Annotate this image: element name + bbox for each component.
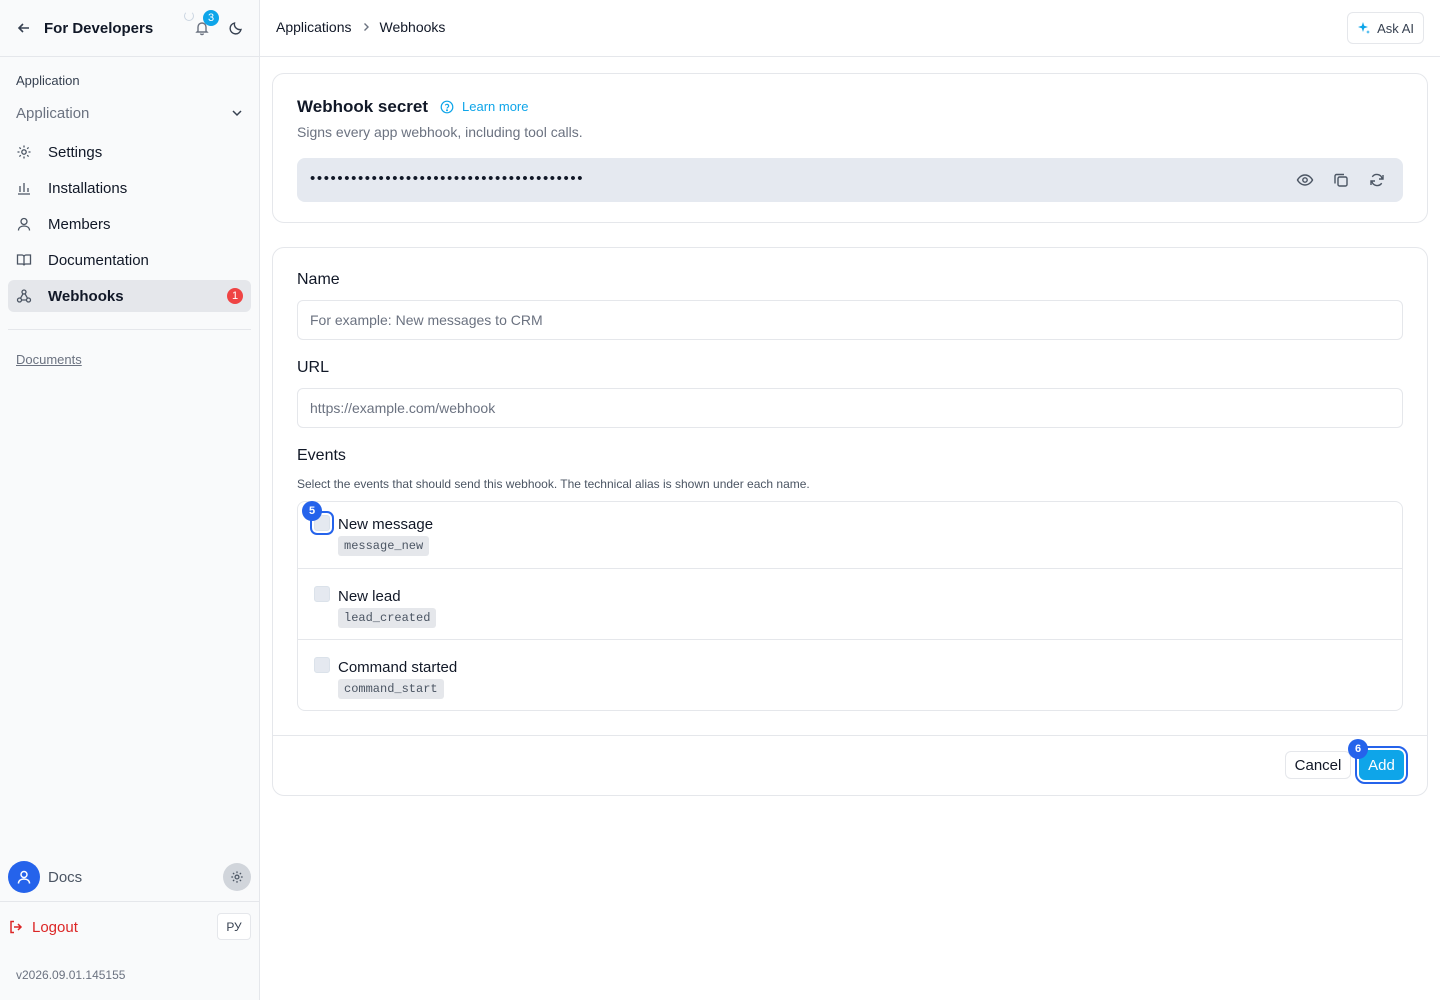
event-checkbox-lead-created[interactable] bbox=[314, 586, 330, 602]
sidebar-item-installations[interactable]: Installations bbox=[8, 172, 251, 204]
sidebar-nav: Settings Installations Members Documenta… bbox=[8, 136, 251, 316]
sidebar-item-label: Installations bbox=[48, 179, 128, 197]
events-list: New message message_new New lead lead_cr… bbox=[297, 501, 1403, 711]
webhook-secret-field: •••••••••••••••••••••••••••••••••••••••• bbox=[297, 158, 1403, 202]
logout-icon bbox=[8, 919, 24, 935]
theme-toggle-button[interactable] bbox=[224, 16, 248, 40]
webhook-secret-value: •••••••••••••••••••••••••••••••••••••••• bbox=[310, 170, 585, 187]
user-name: Docs bbox=[48, 868, 83, 886]
sidebar-item-label: Documentation bbox=[48, 251, 149, 269]
user-icon bbox=[16, 216, 32, 232]
event-alias: command_start bbox=[338, 679, 444, 699]
event-alias: lead_created bbox=[338, 608, 437, 628]
sidebar-item-label: Members bbox=[48, 215, 111, 233]
application-select[interactable]: Application bbox=[16, 100, 244, 126]
webhook-icon bbox=[16, 288, 32, 304]
notifications-button[interactable]: 3 bbox=[190, 10, 219, 40]
ask-ai-button[interactable]: Ask AI bbox=[1347, 12, 1424, 44]
sidebar-item-label: Webhooks bbox=[48, 287, 124, 305]
top-bar: Applications Webhooks Ask AI bbox=[260, 0, 1440, 57]
events-hint: Select the events that should send this … bbox=[297, 477, 810, 491]
arrow-left-icon bbox=[17, 23, 29, 33]
application-select-value: Application bbox=[16, 104, 90, 122]
learn-more-link[interactable]: Learn more bbox=[440, 99, 528, 114]
marker-checkbox: 5 bbox=[302, 501, 322, 521]
bar-chart-icon bbox=[16, 180, 32, 196]
sidebar-item-label: Settings bbox=[48, 143, 103, 161]
show-secret-button[interactable] bbox=[1295, 170, 1315, 190]
ask-ai-label: Ask AI bbox=[1377, 20, 1414, 36]
event-name: Command started bbox=[338, 659, 458, 676]
sparkle-icon bbox=[1357, 21, 1371, 35]
breadcrumb-applications[interactable]: Applications bbox=[276, 19, 352, 35]
marker-add-button: 6 bbox=[1348, 739, 1368, 759]
refresh-icon bbox=[1370, 173, 1384, 187]
chevron-down-icon bbox=[232, 110, 242, 117]
event-checkbox-command-start[interactable] bbox=[314, 657, 330, 673]
webhook-secret-subtitle: Signs every app webhook, including tool … bbox=[297, 124, 583, 140]
event-name: New message bbox=[338, 516, 434, 533]
cancel-button[interactable]: Cancel bbox=[1285, 751, 1351, 779]
url-label: URL bbox=[297, 359, 330, 376]
gear-icon bbox=[231, 871, 243, 883]
sidebar-item-settings[interactable]: Settings bbox=[8, 136, 251, 168]
avatar[interactable] bbox=[8, 861, 40, 893]
copy-icon bbox=[1334, 173, 1348, 187]
logout-label: Logout bbox=[32, 918, 78, 936]
event-row-message-new[interactable]: New message message_new bbox=[298, 502, 1402, 573]
webhooks-count-badge: 1 bbox=[227, 288, 243, 304]
sidebar-item-documentation[interactable]: Documentation bbox=[8, 244, 251, 276]
breadcrumb: Applications Webhooks bbox=[276, 19, 445, 35]
url-input[interactable] bbox=[297, 388, 1403, 428]
events-label: Events bbox=[297, 447, 346, 464]
event-row-command-start[interactable]: Command started command_start bbox=[298, 639, 1402, 710]
eye-icon bbox=[1296, 174, 1314, 186]
chevron-right-icon bbox=[360, 21, 372, 33]
name-label: Name bbox=[297, 271, 340, 288]
breadcrumb-webhooks: Webhooks bbox=[379, 19, 446, 35]
webhook-secret-card: Webhook secret Learn more Signs every ap… bbox=[272, 73, 1428, 223]
app-title: For Developers bbox=[44, 19, 154, 37]
documents-link[interactable]: Documents bbox=[16, 352, 82, 367]
book-icon bbox=[16, 252, 32, 268]
back-button[interactable] bbox=[12, 16, 36, 40]
help-circle-icon bbox=[440, 100, 454, 114]
name-input[interactable] bbox=[297, 300, 1403, 340]
event-name: New lead bbox=[338, 588, 401, 605]
event-row-lead-created[interactable]: New lead lead_created bbox=[298, 568, 1402, 639]
learn-more-label: Learn more bbox=[462, 99, 529, 114]
user-icon bbox=[17, 870, 31, 884]
user-settings-button[interactable] bbox=[223, 863, 251, 891]
webhook-form-card: Name URL Events Select the events that s… bbox=[272, 247, 1428, 796]
sidebar-item-members[interactable]: Members bbox=[8, 208, 251, 240]
gear-icon bbox=[16, 144, 32, 160]
moon-icon bbox=[229, 22, 242, 35]
sidebar-footer-divider bbox=[0, 901, 259, 902]
section-label: Application bbox=[16, 73, 80, 88]
app-version: v2026.09.01.145155 bbox=[16, 968, 126, 982]
webhook-secret-title: Webhook secret bbox=[297, 97, 429, 116]
sidebar-divider bbox=[8, 329, 251, 330]
sidebar: For Developers 3 Application Application… bbox=[0, 0, 260, 1000]
event-alias: message_new bbox=[338, 536, 430, 556]
language-toggle-button[interactable]: РУ bbox=[217, 913, 251, 940]
notifications-badge: 3 bbox=[203, 10, 219, 26]
form-footer-divider bbox=[273, 735, 1427, 736]
user-profile[interactable]: Docs bbox=[8, 861, 251, 893]
regenerate-secret-button[interactable] bbox=[1367, 170, 1387, 190]
copy-secret-button[interactable] bbox=[1331, 170, 1351, 190]
sidebar-header: For Developers 3 bbox=[0, 0, 259, 57]
sidebar-item-webhooks[interactable]: Webhooks 1 bbox=[8, 280, 251, 312]
logout-button[interactable]: Logout bbox=[8, 914, 78, 940]
